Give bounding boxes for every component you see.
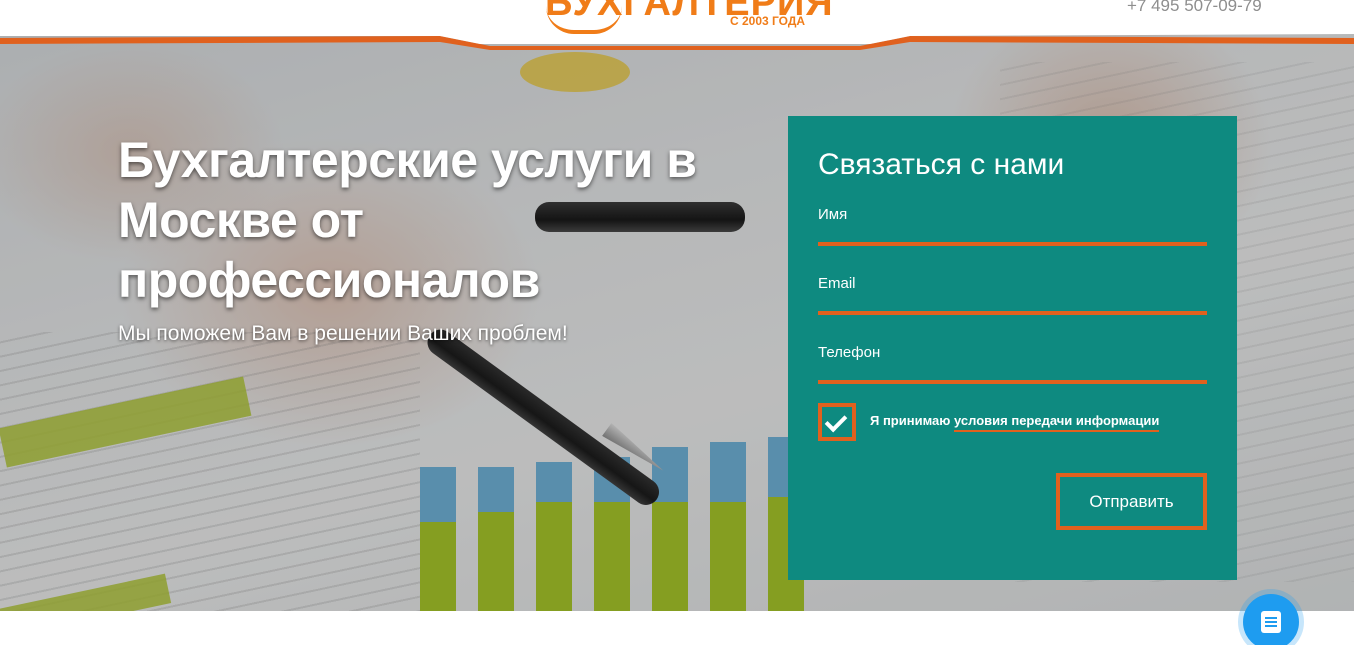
- check-icon: [824, 409, 848, 433]
- logo-smile-icon: [546, 6, 622, 34]
- name-field[interactable]: Имя: [818, 206, 1207, 246]
- chat-icon: [1261, 611, 1281, 633]
- chat-button[interactable]: [1243, 594, 1299, 645]
- phone-underline: [818, 380, 1207, 384]
- phone-number[interactable]: +7 495 507-09-79: [1127, 0, 1262, 16]
- contact-form: Связаться с нами Имя Email Телефон Я при…: [788, 116, 1237, 580]
- name-input[interactable]: [818, 206, 1207, 242]
- name-underline: [818, 242, 1207, 246]
- submit-button[interactable]: Отправить: [1056, 473, 1207, 530]
- email-input[interactable]: [818, 275, 1207, 311]
- phone-field[interactable]: Телефон: [818, 344, 1207, 384]
- email-field[interactable]: Email: [818, 275, 1207, 315]
- consent-prefix: Я принимаю: [870, 413, 951, 428]
- logo-tagline: С 2003 ГОДА: [730, 14, 806, 28]
- consent-checkbox[interactable]: [818, 403, 856, 441]
- page-title: Бухгалтерские услуги в Москве от професс…: [118, 132, 697, 308]
- email-underline: [818, 311, 1207, 315]
- form-title: Связаться с нами: [818, 148, 1065, 181]
- consent-terms-link[interactable]: условия передачи информации: [954, 413, 1160, 432]
- phone-input[interactable]: [818, 344, 1207, 380]
- consent-text: Я принимаю условия передачи информации: [870, 413, 1160, 432]
- hero-subtitle: Мы поможем Вам в решении Ваших проблем!: [118, 322, 568, 345]
